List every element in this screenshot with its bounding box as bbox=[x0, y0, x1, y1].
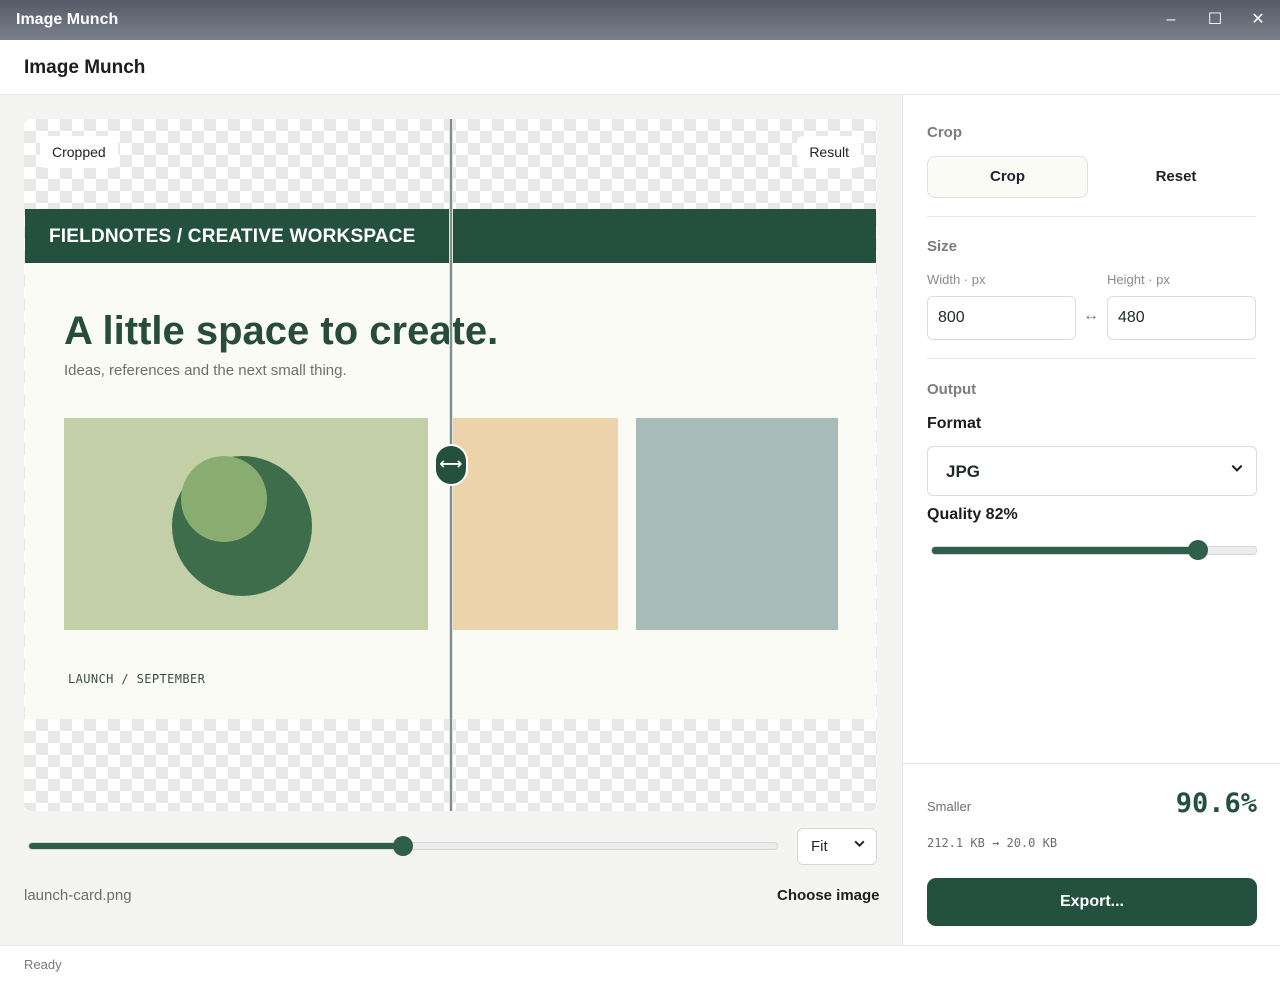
result-tag: Result bbox=[797, 136, 861, 168]
card-footer: LAUNCH / SEPTEMBER bbox=[68, 672, 206, 686]
zoom-slider-fill bbox=[29, 843, 403, 849]
choose-image-button[interactable]: Choose image bbox=[777, 887, 880, 904]
comparison-canvas[interactable]: FIELDNOTES / CREATIVE WORKSPACE A little… bbox=[24, 119, 877, 811]
fit-select[interactable]: Fit bbox=[797, 828, 877, 865]
app-name: Image Munch bbox=[24, 57, 146, 78]
savings-percent: 90.6% bbox=[1175, 788, 1257, 819]
divider bbox=[927, 216, 1256, 217]
circle-light bbox=[181, 456, 267, 542]
crop-section-title: Crop bbox=[927, 124, 962, 141]
preview-area: FIELDNOTES / CREATIVE WORKSPACE A little… bbox=[0, 95, 902, 945]
output-section-title: Output bbox=[927, 381, 977, 398]
card-tile-green bbox=[64, 418, 428, 630]
file-name: launch-card.png bbox=[24, 887, 132, 904]
card-headline: A little space to create. bbox=[64, 309, 499, 353]
format-select-value: JPG bbox=[946, 462, 981, 481]
chevron-down-icon bbox=[1230, 461, 1244, 479]
height-label: Height · px bbox=[1107, 272, 1170, 287]
split-handle-icon[interactable]: ⟷ bbox=[434, 444, 468, 486]
aspect-link-icon[interactable]: ↔ bbox=[1083, 307, 1099, 325]
app-header: Image Munch bbox=[0, 40, 1280, 95]
format-select[interactable]: JPG bbox=[927, 446, 1257, 496]
quality-slider-fill bbox=[932, 547, 1198, 554]
card-tile-peach bbox=[452, 418, 618, 630]
height-input[interactable]: 480 bbox=[1107, 296, 1256, 340]
zoom-slider-thumb[interactable] bbox=[393, 836, 413, 856]
reset-button[interactable]: Reset bbox=[1096, 156, 1256, 198]
size-section-title: Size bbox=[927, 238, 958, 255]
format-label: Format bbox=[927, 415, 982, 432]
smaller-label: Smaller bbox=[927, 799, 972, 814]
close-icon[interactable]: ✕ bbox=[1246, 8, 1270, 32]
size-comparison: 212.1 KB → 20.0 KB bbox=[927, 836, 1058, 850]
cropped-tag: Cropped bbox=[40, 136, 118, 168]
status-text: Ready bbox=[24, 957, 62, 972]
window-titlebar: Image Munch ‒ ☐ ✕ bbox=[0, 0, 1280, 40]
window-title: Image Munch bbox=[16, 11, 119, 28]
divider bbox=[927, 358, 1256, 359]
chevron-down-icon bbox=[853, 837, 866, 853]
quality-slider-track[interactable] bbox=[931, 546, 1257, 555]
card-subline: Ideas, references and the next small thi… bbox=[64, 362, 347, 379]
quality-label: Quality 82% bbox=[927, 506, 1018, 523]
card-tile-blue bbox=[636, 418, 838, 630]
settings-panel: Crop Crop Reset Size Width · px Height ·… bbox=[902, 95, 1280, 945]
crop-button[interactable]: Crop bbox=[927, 156, 1088, 198]
maximize-icon[interactable]: ☐ bbox=[1203, 8, 1227, 32]
width-input[interactable]: 800 bbox=[927, 296, 1076, 340]
export-button[interactable]: Export... bbox=[927, 878, 1257, 926]
minimize-icon[interactable]: ‒ bbox=[1159, 8, 1183, 32]
card-band-text: FIELDNOTES / CREATIVE WORKSPACE bbox=[49, 226, 416, 247]
quality-slider-thumb[interactable] bbox=[1188, 540, 1209, 560]
status-bar: Ready bbox=[0, 945, 1280, 982]
fit-select-value: Fit bbox=[811, 838, 828, 855]
width-label: Width · px bbox=[927, 272, 986, 287]
summary-panel: Smaller 90.6% 212.1 KB → 20.0 KB Export.… bbox=[903, 763, 1280, 945]
